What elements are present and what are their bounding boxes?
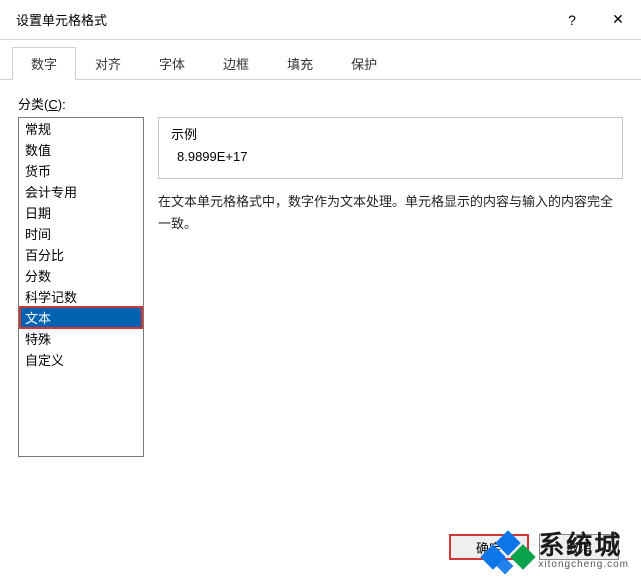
help-button[interactable]: ? <box>549 0 595 40</box>
question-icon: ? <box>568 12 576 28</box>
close-icon: ✕ <box>612 11 624 28</box>
ok-button[interactable]: 确定 <box>449 534 529 560</box>
list-item[interactable]: 货币 <box>19 160 143 181</box>
list-item[interactable]: 科学记数 <box>19 286 143 307</box>
list-item[interactable]: 百分比 <box>19 244 143 265</box>
list-item[interactable]: 时间 <box>19 223 143 244</box>
title-bar: 设置单元格格式 ? ✕ <box>0 0 641 40</box>
dialog-title: 设置单元格格式 <box>16 10 549 29</box>
tab-bar: 数字 对齐 字体 边框 填充 保护 <box>0 40 641 80</box>
watermark-text-small: xitongcheng.com <box>538 560 629 571</box>
list-item[interactable]: 分数 <box>19 265 143 286</box>
list-item-selected[interactable]: 文本 <box>19 306 143 329</box>
close-button[interactable]: ✕ <box>595 0 641 40</box>
right-pane: 示例 8.9899E+17 在文本单元格格式中，数字作为文本处理。单元格显示的内… <box>158 117 623 457</box>
list-item[interactable]: 数值 <box>19 139 143 160</box>
tab-fill[interactable]: 填充 <box>268 47 332 80</box>
list-item[interactable]: 自定义 <box>19 349 143 370</box>
list-item[interactable]: 特殊 <box>19 328 143 349</box>
category-label: 分类(C): <box>18 94 623 113</box>
tab-font[interactable]: 字体 <box>140 47 204 80</box>
cancel-button[interactable]: 取消 <box>539 534 619 560</box>
list-item[interactable]: 日期 <box>19 202 143 223</box>
sample-box: 示例 8.9899E+17 <box>158 117 623 179</box>
format-description: 在文本单元格格式中，数字作为文本处理。单元格显示的内容与输入的内容完全一致。 <box>158 191 623 235</box>
list-item[interactable]: 会计专用 <box>19 181 143 202</box>
sample-title: 示例 <box>171 124 610 143</box>
dialog-footer: 确定 取消 <box>449 534 619 560</box>
tab-align[interactable]: 对齐 <box>76 47 140 80</box>
tab-number[interactable]: 数字 <box>12 47 76 80</box>
list-item[interactable]: 常规 <box>19 118 143 139</box>
content-area: 分类(C): 常规 数值 货币 会计专用 日期 时间 百分比 分数 科学记数 文… <box>0 80 641 457</box>
tab-border[interactable]: 边框 <box>204 47 268 80</box>
category-listbox[interactable]: 常规 数值 货币 会计专用 日期 时间 百分比 分数 科学记数 文本 特殊 自定… <box>18 117 144 457</box>
tab-protect[interactable]: 保护 <box>332 47 396 80</box>
sample-value: 8.9899E+17 <box>171 149 610 164</box>
